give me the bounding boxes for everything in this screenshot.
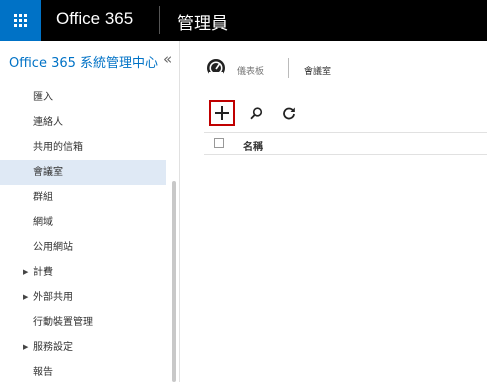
sidebar-item-label: 連絡人 bbox=[33, 117, 63, 128]
dashboard-gauge-icon[interactable] bbox=[206, 58, 226, 78]
sidebar-item-external-sharing[interactable]: ▶ 外部共用 bbox=[0, 285, 166, 310]
add-button[interactable] bbox=[209, 100, 235, 126]
expand-caret-icon: ▶ bbox=[23, 293, 29, 301]
sidebar-item-label: 共用的信箱 bbox=[33, 142, 83, 153]
plus-icon bbox=[215, 106, 229, 120]
sidebar-item-meeting-rooms[interactable]: 會議室 bbox=[0, 160, 166, 185]
sidebar-item-label: 匯入 bbox=[33, 92, 53, 103]
sidebar-item-import[interactable]: 匯入 bbox=[0, 85, 166, 110]
sidebar-item-domains[interactable]: 網域 bbox=[0, 210, 166, 235]
top-bar: Office 365 管理員 bbox=[0, 0, 487, 41]
sidebar-item-service-settings[interactable]: ▶ 服務設定 bbox=[0, 335, 166, 360]
sidebar-item-label: 服務設定 bbox=[33, 342, 73, 353]
header-divider bbox=[159, 6, 160, 34]
sidebar-item-label: 外部共用 bbox=[33, 292, 73, 303]
refresh-button[interactable] bbox=[276, 100, 302, 126]
app-title: 管理員 bbox=[177, 14, 228, 34]
search-button[interactable] bbox=[243, 100, 269, 126]
sidebar-item-shared-mailboxes[interactable]: 共用的信箱 bbox=[0, 135, 166, 160]
sidebar: Office 365 系統管理中心 « 匯入 連絡人 共用的信箱 會議室 群組 … bbox=[0, 41, 180, 382]
sidebar-item-label: 網域 bbox=[33, 217, 53, 228]
refresh-icon bbox=[283, 107, 295, 120]
sidebar-item-label: 行動裝置管理 bbox=[33, 317, 93, 328]
breadcrumb-current: 會議室 bbox=[304, 67, 332, 77]
select-all-checkbox[interactable] bbox=[214, 138, 224, 148]
sidebar-title[interactable]: Office 365 系統管理中心 bbox=[9, 52, 158, 71]
sidebar-item-label: 群組 bbox=[33, 192, 53, 203]
column-header-name[interactable]: 名稱 bbox=[243, 138, 263, 153]
expand-caret-icon: ▶ bbox=[23, 268, 29, 276]
expand-caret-icon: ▶ bbox=[23, 343, 29, 351]
collapse-sidebar-icon[interactable]: « bbox=[163, 50, 172, 68]
brand-name[interactable]: Office 365 bbox=[56, 9, 133, 29]
sidebar-item-label: 計費 bbox=[33, 267, 53, 278]
search-icon bbox=[249, 106, 262, 119]
sidebar-item-label: 報告 bbox=[33, 367, 53, 378]
sidebar-item-groups[interactable]: 群組 bbox=[0, 185, 166, 210]
table-header-top-border bbox=[204, 132, 487, 133]
sidebar-item-mobile-device-management[interactable]: 行動裝置管理 bbox=[0, 310, 166, 335]
sidebar-item-billing[interactable]: ▶ 計費 bbox=[0, 260, 166, 285]
sidebar-item-public-website[interactable]: 公用網站 bbox=[0, 235, 166, 260]
sidebar-item-contacts[interactable]: 連絡人 bbox=[0, 110, 166, 135]
breadcrumb-dashboard-link[interactable]: 儀表板 bbox=[237, 64, 264, 77]
sidebar-item-label: 公用網站 bbox=[33, 242, 73, 253]
launcher-grid-icon bbox=[14, 14, 17, 17]
breadcrumb-divider bbox=[288, 58, 289, 78]
table-header-bottom-border bbox=[204, 154, 487, 155]
app-launcher-button[interactable] bbox=[0, 0, 41, 41]
sidebar-scrollbar[interactable] bbox=[172, 181, 176, 382]
sidebar-item-reports[interactable]: 報告 bbox=[0, 360, 166, 382]
sidebar-item-label: 會議室 bbox=[33, 167, 63, 178]
